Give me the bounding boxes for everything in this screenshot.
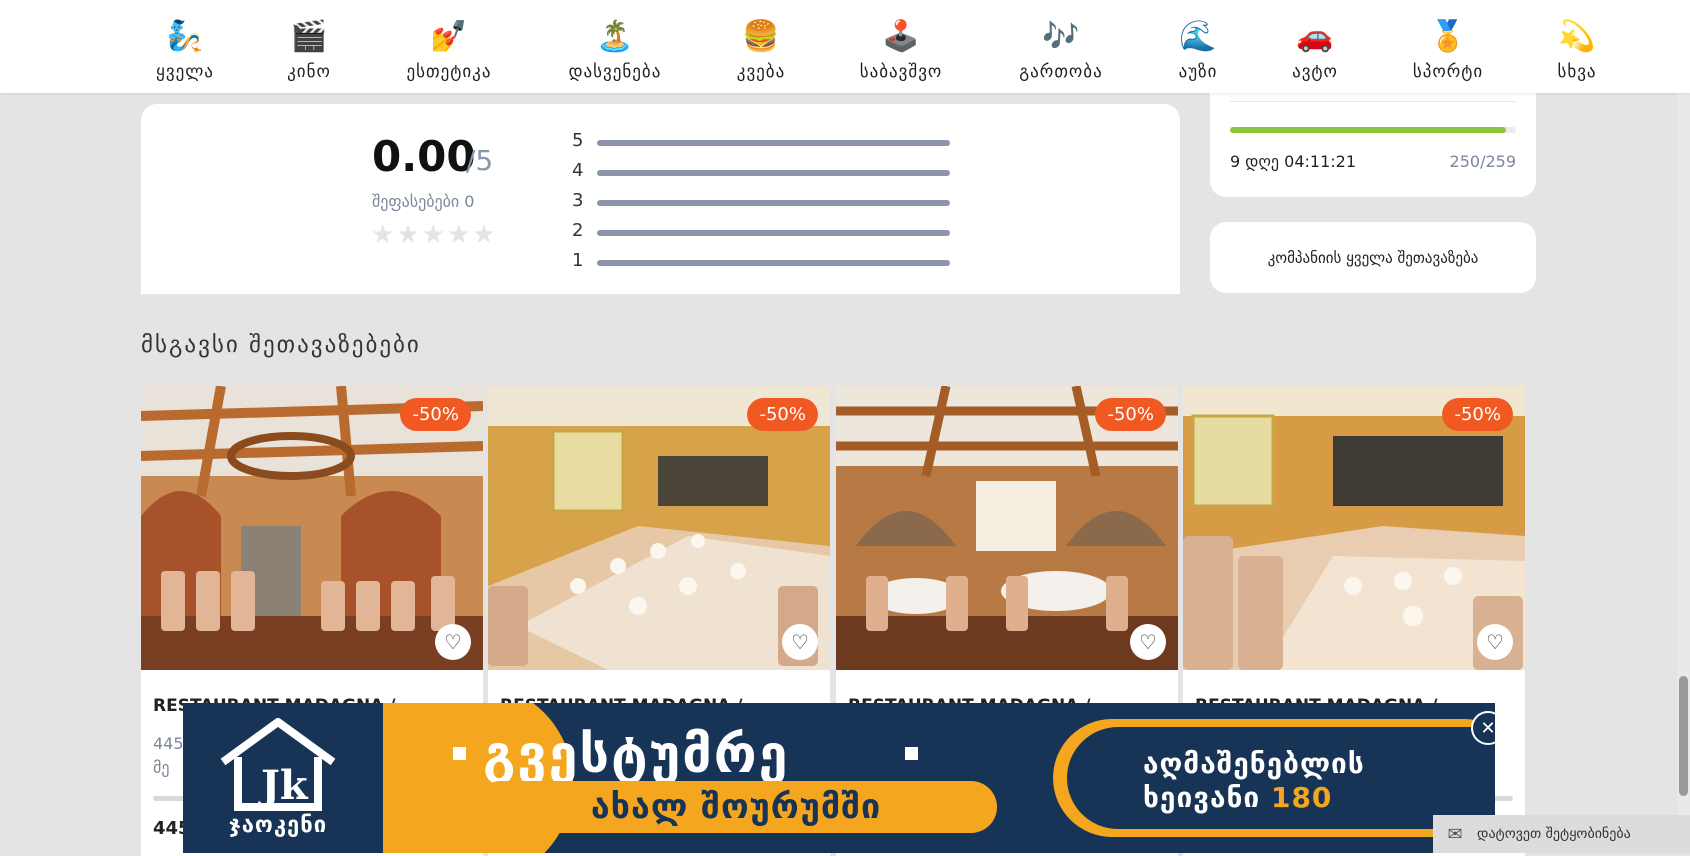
rating-bar-4: 4 bbox=[572, 160, 952, 182]
banner-street: ხეივანი bbox=[1143, 781, 1261, 814]
rating-max: /5 bbox=[466, 144, 494, 177]
sales-progress-bar bbox=[1230, 127, 1516, 133]
burger-icon: 🍔 bbox=[742, 19, 780, 54]
category-kids[interactable]: 🕹️ საბავშვო bbox=[859, 19, 943, 83]
star-rating: ★★★★★ bbox=[371, 220, 498, 250]
category-label: კვება bbox=[736, 62, 786, 82]
category-label: გართობა bbox=[1019, 62, 1103, 82]
svg-text:Jk: Jk bbox=[258, 762, 309, 809]
offer-address-line: 445 bbox=[153, 734, 184, 753]
heart-icon[interactable]: ♡ bbox=[1477, 624, 1513, 660]
offer-image[interactable]: -50% ♡ bbox=[1183, 386, 1525, 670]
page-scrollbar[interactable] bbox=[1677, 0, 1690, 853]
music-notes-icon: 🎶 bbox=[1042, 19, 1080, 54]
star-icon: ★ bbox=[421, 220, 445, 250]
rating-bar-label: 2 bbox=[572, 220, 584, 241]
decorative-square bbox=[453, 747, 466, 760]
category-label: ავტო bbox=[1292, 62, 1338, 82]
discount-badge: -50% bbox=[1095, 398, 1166, 431]
category-label: ყველა bbox=[156, 62, 214, 82]
house-logo-icon: Jk bbox=[220, 718, 336, 811]
similar-offers-title: მსგავსი შეთავაზებები bbox=[141, 332, 421, 358]
rating-bar-label: 1 bbox=[572, 250, 584, 271]
decorative-square bbox=[905, 747, 918, 760]
category-entertainment[interactable]: 🎶 გართობა bbox=[1019, 19, 1103, 83]
rating-score: 0.00 bbox=[372, 132, 476, 181]
divider bbox=[1230, 101, 1516, 102]
category-label: სპორტი bbox=[1412, 62, 1484, 82]
island-icon: 🏝️ bbox=[596, 19, 634, 54]
review-count: შეფასებები 0 bbox=[372, 192, 475, 211]
rating-bar-track bbox=[597, 140, 950, 146]
rating-bar-track bbox=[597, 170, 950, 176]
rating-bar-label: 4 bbox=[572, 160, 584, 181]
star-icon: ★ bbox=[446, 220, 471, 250]
category-label: ესთეტიკა bbox=[406, 62, 492, 82]
medal-icon: 🏅 bbox=[1429, 19, 1467, 54]
dizzy-star-icon: 💫 bbox=[1558, 19, 1596, 54]
all-company-offers-button[interactable]: კომპანიის ყველა შეთავაზება bbox=[1210, 222, 1536, 293]
heart-icon[interactable]: ♡ bbox=[782, 624, 818, 660]
category-auto[interactable]: 🚗 ავტო bbox=[1292, 19, 1338, 83]
category-pool[interactable]: 🌊 აუზი bbox=[1178, 19, 1218, 83]
rating-bar-track bbox=[597, 230, 950, 236]
banner-address-line1: აღმაშენებლის bbox=[1143, 747, 1365, 780]
joystick-icon: 🕹️ bbox=[882, 19, 920, 54]
rating-bar-label: 5 bbox=[572, 130, 584, 151]
category-cinema[interactable]: 🎬 კინო bbox=[287, 19, 331, 83]
rating-bar-1: 1 bbox=[572, 250, 952, 272]
scrollbar-thumb[interactable] bbox=[1679, 676, 1688, 796]
sales-progress-fill bbox=[1230, 127, 1506, 133]
category-label: კინო bbox=[287, 62, 331, 82]
offer-address-line: მე bbox=[153, 758, 170, 777]
category-label: სხვა bbox=[1557, 62, 1597, 82]
category-label: დასვენება bbox=[568, 62, 662, 82]
banner-street-number: 180 bbox=[1270, 781, 1333, 814]
clapperboard-icon: 🎬 bbox=[290, 19, 328, 54]
sold-count: 250/259 bbox=[1449, 152, 1516, 171]
time-remaining: 9 დღე 04:11:21 bbox=[1230, 152, 1356, 171]
star-icon: ★ bbox=[396, 220, 420, 250]
star-icon: ★ bbox=[472, 220, 496, 250]
rating-bar-label: 3 bbox=[572, 190, 584, 211]
category-all[interactable]: 🧞 ყველა bbox=[156, 19, 214, 83]
car-icon: 🚗 bbox=[1296, 19, 1334, 54]
discount-badge: -50% bbox=[1442, 398, 1513, 431]
banner-headline: გვესტუმრე bbox=[483, 725, 790, 785]
category-label: აუზი bbox=[1178, 62, 1218, 82]
leave-message-button[interactable]: ✉ დატოვეთ შეტყობინება bbox=[1433, 815, 1690, 853]
category-aesthetics[interactable]: 💅 ესთეტიკა bbox=[406, 19, 492, 83]
category-sport[interactable]: 🏅 სპორტი bbox=[1412, 19, 1484, 83]
rating-bar-5: 5 bbox=[572, 130, 952, 152]
discount-badge: -50% bbox=[747, 398, 818, 431]
category-food[interactable]: 🍔 კვება bbox=[736, 19, 786, 83]
offer-image[interactable]: -50% ♡ bbox=[141, 386, 483, 670]
rating-summary: 0.00 /5 შეფასებები 0 ★★★★★ 5 4 3 2 1 bbox=[141, 104, 1180, 294]
rating-bar-2: 2 bbox=[572, 220, 952, 242]
banner-subheadline: ახალ შოურუმში bbox=[475, 781, 997, 833]
category-nav: 🧞 ყველა 🎬 კინო 💅 ესთეტიკა 🏝️ დასვენება 🍔… bbox=[0, 0, 1690, 93]
category-vacation[interactable]: 🏝️ დასვენება bbox=[568, 19, 662, 83]
star-icon: ★ bbox=[371, 220, 395, 250]
banner-logo-text: ჯაოკენი bbox=[228, 813, 328, 838]
nail-polish-icon: 💅 bbox=[430, 19, 468, 54]
banner-address: აღმაშენებლის ხეივანი 180 bbox=[1143, 747, 1365, 815]
genie-icon: 🧞 bbox=[166, 19, 204, 54]
wave-icon: 🌊 bbox=[1179, 19, 1217, 54]
rating-bar-track bbox=[597, 260, 950, 266]
offer-timer-card: 9 დღე 04:11:21 250/259 bbox=[1210, 86, 1536, 197]
heart-icon[interactable]: ♡ bbox=[1130, 624, 1166, 660]
advertisement-banner[interactable]: Jk ჯაოკენი გვესტუმრე ახალ შოურუმში აღმაშ… bbox=[183, 703, 1495, 853]
banner-address-line2: ხეივანი 180 bbox=[1143, 781, 1365, 815]
offer-image[interactable]: -50% ♡ bbox=[836, 386, 1178, 670]
leave-message-label: დატოვეთ შეტყობინება bbox=[1477, 826, 1631, 842]
category-label: საბავშვო bbox=[859, 62, 943, 82]
heart-icon[interactable]: ♡ bbox=[435, 624, 471, 660]
rating-bar-track bbox=[597, 200, 950, 206]
rating-bar-3: 3 bbox=[572, 190, 952, 212]
offer-image[interactable]: -50% ♡ bbox=[488, 386, 830, 670]
discount-badge: -50% bbox=[400, 398, 471, 431]
mail-icon: ✉ bbox=[1447, 823, 1463, 845]
category-other[interactable]: 💫 სხვა bbox=[1557, 19, 1597, 83]
